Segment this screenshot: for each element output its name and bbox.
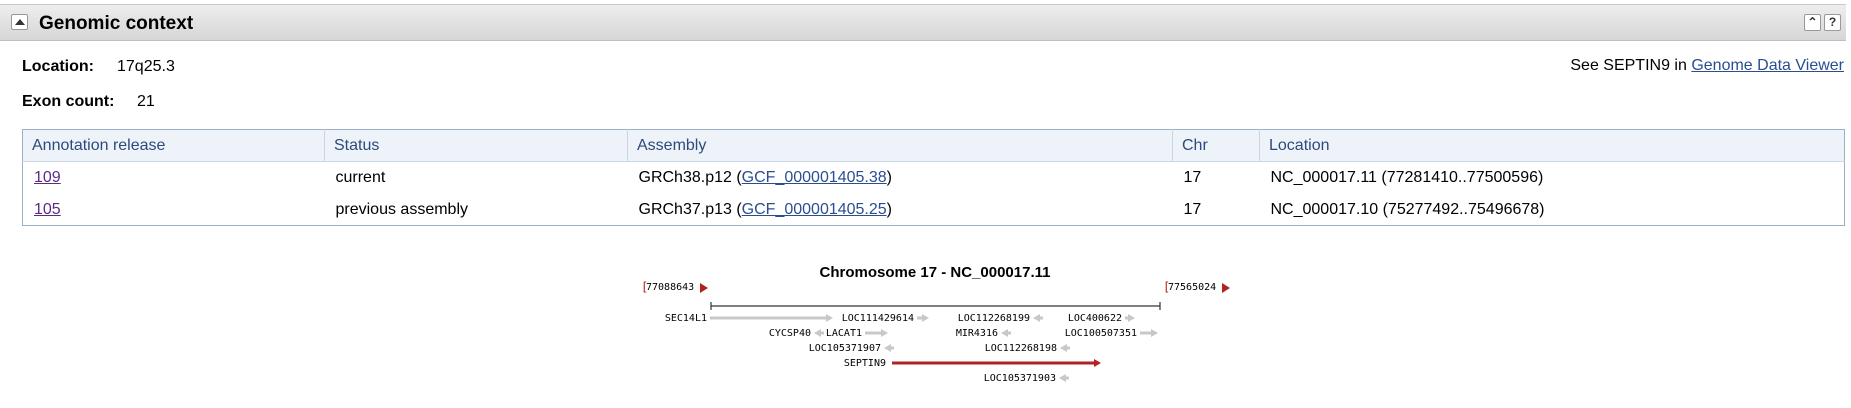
assembly-cell: GRCh37.p13 (GCF_000001405.25) — [638, 200, 893, 218]
assembly-name: GRCh37.p13 — [638, 200, 732, 218]
col-status: Status — [324, 129, 628, 162]
see-prefix: See SEPTIN9 in — [1570, 57, 1687, 74]
gene-label-loc112268199: LOC112268199 — [958, 313, 1030, 324]
chr-cell: 17 — [1183, 169, 1202, 186]
gene-label-lacat1: LACAT1 — [826, 328, 862, 339]
location-label: Location: — [22, 58, 94, 75]
gene-label-loc100507351: LOC100507351 — [1065, 328, 1137, 339]
range-start-coord: 77088643 — [646, 282, 694, 293]
gene-arrow-loc100507351 — [1151, 329, 1158, 337]
table-row: 109 current GRCh38.p12 (GCF_000001405.38… — [23, 162, 1845, 195]
collapse-toggle-icon[interactable] — [11, 14, 28, 30]
annotation-table: Annotation release Status Assembly Chr L… — [22, 129, 1845, 226]
col-location: Location — [1259, 129, 1845, 162]
exon-count-value: 21 — [137, 93, 155, 110]
gene-arrow-sec14l1 — [826, 314, 833, 322]
table-header-row: Annotation release Status Assembly Chr L… — [22, 129, 1845, 162]
location-cell: NC_000017.11 (77281410..77500596) — [1270, 169, 1544, 186]
range-end-coord: 77565024 — [1168, 282, 1216, 293]
scroll-to-top-icon[interactable]: ⌃ — [1804, 14, 1821, 31]
assembly-accession-link[interactable]: GCF_000001405.25 — [742, 201, 887, 218]
range-start-arrow — [700, 283, 708, 293]
gene-arrow-septin9 — [1094, 359, 1101, 367]
exon-count-label: Exon count: — [22, 93, 115, 110]
gene-label-loc400622: LOC400622 — [1068, 313, 1122, 324]
gene-label-mir4316: MIR4316 — [956, 328, 998, 339]
gene-label-sec14l1: SEC14L1 — [665, 313, 707, 324]
assembly-cell: GRCh38.p12 (GCF_000001405.38) — [638, 169, 893, 186]
genome-viewer-line: See SEPTIN9 in Genome Data Viewer — [1570, 57, 1844, 75]
genome-data-viewer-link[interactable]: Genome Data Viewer — [1691, 57, 1844, 74]
help-icon[interactable]: ? — [1824, 14, 1841, 31]
gene-label-loc111429614: LOC111429614 — [842, 313, 914, 324]
status-cell: current — [335, 169, 386, 186]
panel-title: Genomic context — [39, 13, 194, 34]
assembly-accession-link[interactable]: GCF_000001405.38 — [742, 169, 887, 186]
status-cell: previous assembly — [335, 200, 469, 218]
range-end-arrow — [1222, 283, 1230, 293]
release-link[interactable]: 109 — [34, 169, 61, 186]
gene-arrow-mir4316 — [1001, 329, 1008, 337]
gene-label-loc105371907: LOC105371907 — [809, 343, 881, 354]
gene-arrow-loc112268199 — [1033, 314, 1040, 322]
gene-label-loc112268198: LOC112268198 — [985, 343, 1057, 354]
gene-arrow-cycsp40 — [814, 329, 821, 337]
gene-arrow-loc400622 — [1128, 314, 1135, 322]
release-link[interactable]: 105 — [34, 201, 61, 218]
assembly-name: GRCh38.p12 — [638, 169, 732, 186]
gene-arrow-loc111429614 — [922, 314, 929, 322]
genomic-context-graphic: Chromosome 17 - NC_000017.11 [77088643[7… — [0, 255, 1851, 395]
panel-header: Genomic context ⌃ ? — [0, 4, 1846, 41]
gene-arrow-loc105371903 — [1059, 374, 1066, 382]
gene-arrow-loc105371907 — [884, 344, 891, 352]
col-chr: Chr — [1172, 129, 1260, 162]
location-value: 17q25.3 — [117, 58, 175, 75]
gene-label-septin9: SEPTIN9 — [844, 358, 886, 369]
table-row: 105 previous assembly GRCh37.p13 (GCF_00… — [23, 194, 1845, 226]
col-assembly: Assembly — [627, 129, 1173, 162]
gene-arrow-loc112268198 — [1060, 344, 1067, 352]
location-cell: NC_000017.10 (75277492..75496678) — [1270, 200, 1545, 218]
gene-arrow-lacat1 — [881, 329, 888, 337]
gene-map: [77088643 [77565024SEC14L1 LOC111429614 LOC… — [641, 280, 1230, 384]
gene-label-cycsp40: CYCSP40 — [769, 328, 811, 339]
chr-cell: 17 — [1183, 200, 1202, 218]
col-annotation-release: Annotation release — [22, 129, 325, 162]
gene-label-loc105371903: LOC105371903 — [984, 373, 1056, 384]
